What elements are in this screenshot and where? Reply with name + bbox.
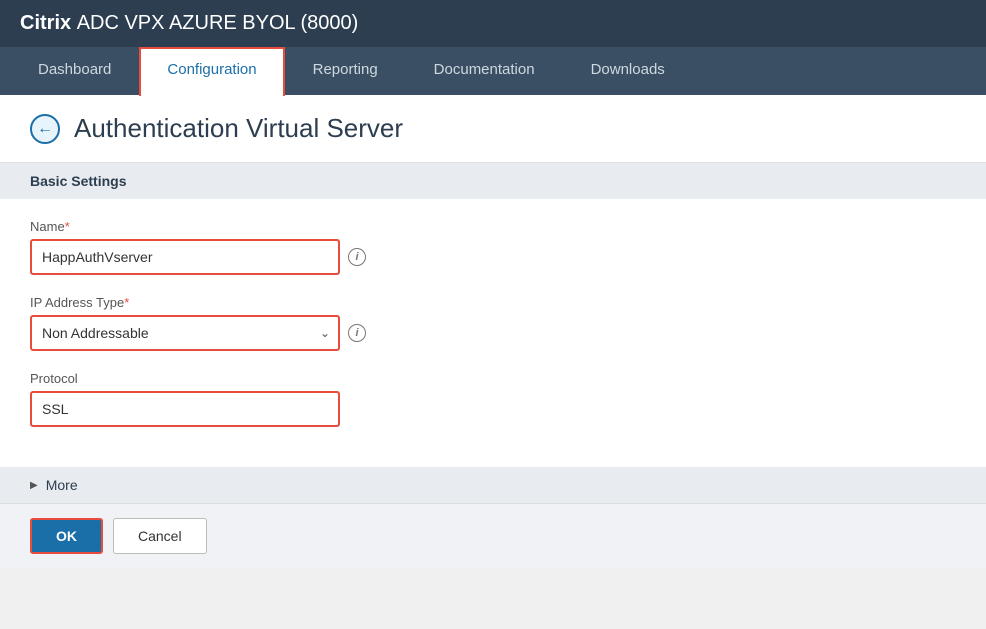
name-label: Name* xyxy=(30,219,956,234)
basic-settings-header: Basic Settings xyxy=(0,163,986,199)
ip-address-type-select[interactable]: Non Addressable IPv4 IPv6 xyxy=(30,315,340,351)
brand-citrix: Citrix xyxy=(20,12,71,34)
nav-item-downloads[interactable]: Downloads xyxy=(563,47,693,95)
protocol-field-group: Protocol xyxy=(30,371,956,427)
form-area: Basic Settings Name* i IP Address Type* xyxy=(0,163,986,568)
brand-product: ADC VPX AZURE BYOL (8000) xyxy=(77,12,359,34)
form-footer: OK Cancel xyxy=(0,503,986,568)
back-icon: ← xyxy=(37,120,53,138)
ip-address-type-select-wrapper: Non Addressable IPv4 IPv6 ⌄ xyxy=(30,315,340,351)
protocol-input[interactable] xyxy=(30,391,340,427)
ip-address-type-input-row: Non Addressable IPv4 IPv6 ⌄ i xyxy=(30,315,956,351)
more-label: More xyxy=(46,477,78,493)
app-header: Citrix ADC VPX AZURE BYOL (8000) xyxy=(0,0,986,47)
name-input[interactable] xyxy=(30,239,340,275)
main-content: ← Authentication Virtual Server Basic Se… xyxy=(0,95,986,568)
nav-item-dashboard[interactable]: Dashboard xyxy=(10,47,139,95)
more-section[interactable]: ▶ More xyxy=(0,467,986,503)
nav-item-reporting[interactable]: Reporting xyxy=(285,47,406,95)
ip-address-type-label: IP Address Type* xyxy=(30,295,956,310)
cancel-button[interactable]: Cancel xyxy=(113,518,207,554)
name-field-group: Name* i xyxy=(30,219,956,275)
form-body: Name* i IP Address Type* Non Addressable xyxy=(0,199,986,467)
page-title: Authentication Virtual Server xyxy=(74,113,403,144)
main-nav: Dashboard Configuration Reporting Docume… xyxy=(0,47,986,95)
more-chevron-icon: ▶ xyxy=(30,480,38,491)
ip-required-marker: * xyxy=(124,295,129,310)
name-input-row: i xyxy=(30,239,956,275)
name-required-marker: * xyxy=(65,219,70,234)
page-title-bar: ← Authentication Virtual Server xyxy=(0,95,986,163)
name-info-icon: i xyxy=(348,248,366,266)
nav-item-documentation[interactable]: Documentation xyxy=(406,47,563,95)
ok-button[interactable]: OK xyxy=(30,518,103,554)
ip-address-type-field-group: IP Address Type* Non Addressable IPv4 IP… xyxy=(30,295,956,351)
ip-info-icon: i xyxy=(348,324,366,342)
back-button[interactable]: ← xyxy=(30,114,60,144)
nav-item-configuration[interactable]: Configuration xyxy=(139,47,284,96)
protocol-label: Protocol xyxy=(30,371,956,386)
brand-logo: Citrix ADC VPX AZURE BYOL (8000) xyxy=(20,12,358,35)
protocol-input-row xyxy=(30,391,956,427)
